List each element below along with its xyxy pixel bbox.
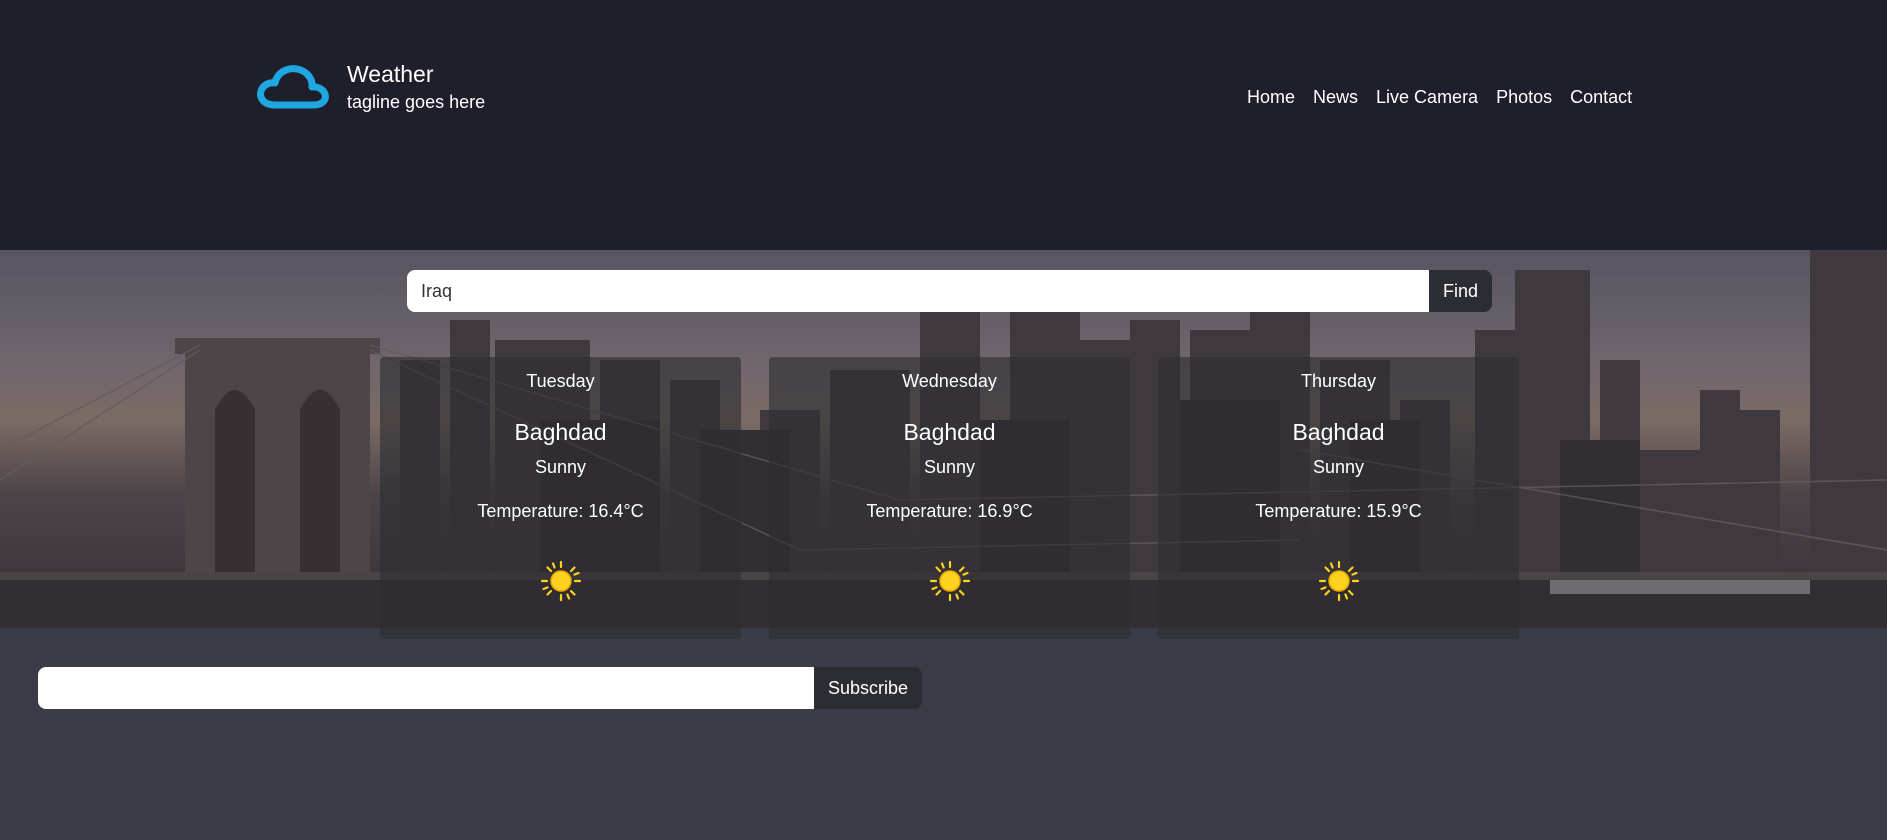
sun-icon [1318,560,1359,602]
find-button[interactable]: Find [1429,270,1493,312]
forecast-condition: Sunny [1312,457,1365,477]
cloud-icon [257,65,329,109]
forecast-condition: Sunny [923,457,976,477]
forecast-city: Baghdad [1292,419,1385,445]
site-title: Weather [347,61,434,87]
forecast-day: Tuesday [526,371,595,391]
forecast-condition: Sunny [534,457,587,477]
search-form: Find [407,270,1493,312]
forecast-city: Baghdad [903,419,996,445]
sun-icon [540,560,581,602]
subscribe-email-input[interactable] [38,667,814,709]
nav-photos-link[interactable]: Photos [1496,86,1552,108]
nav-live-camera-link[interactable]: Live Camera [1376,86,1478,108]
forecast-city: Baghdad [514,419,607,445]
nav-contact-link[interactable]: Contact [1570,86,1632,108]
forecast-temperature: Temperature: 15.9°C [1255,501,1422,521]
forecast-temperature: Temperature: 16.4°C [477,501,644,521]
subscribe-form: Subscribe [38,667,923,709]
nav-home-link[interactable]: Home [1247,86,1295,108]
brand[interactable]: Weather tagline goes here [255,60,485,114]
main-nav: Home News Live Camera Photos Contact [1247,86,1632,108]
forecast-card: Thursday Baghdad Sunny Temperature: 15.9… [1158,357,1519,639]
sun-icon [929,560,970,602]
site-tagline: tagline goes here [347,92,486,112]
forecast-day: Thursday [1300,371,1377,391]
forecast-temperature: Temperature: 16.9°C [866,501,1033,521]
forecast-card: Wednesday Baghdad Sunny Temperature: 16.… [769,357,1130,639]
forecast-day: Wednesday [902,371,997,391]
site-header: Weather tagline goes here Home News Live… [0,0,1887,250]
nav-news-link[interactable]: News [1313,86,1358,108]
forecast-cards: Tuesday Baghdad Sunny Temperature: 16.4°… [380,357,1519,639]
forecast-card: Tuesday Baghdad Sunny Temperature: 16.4°… [380,357,741,639]
location-search-input[interactable] [407,270,1429,312]
subscribe-button[interactable]: Subscribe [814,667,923,709]
